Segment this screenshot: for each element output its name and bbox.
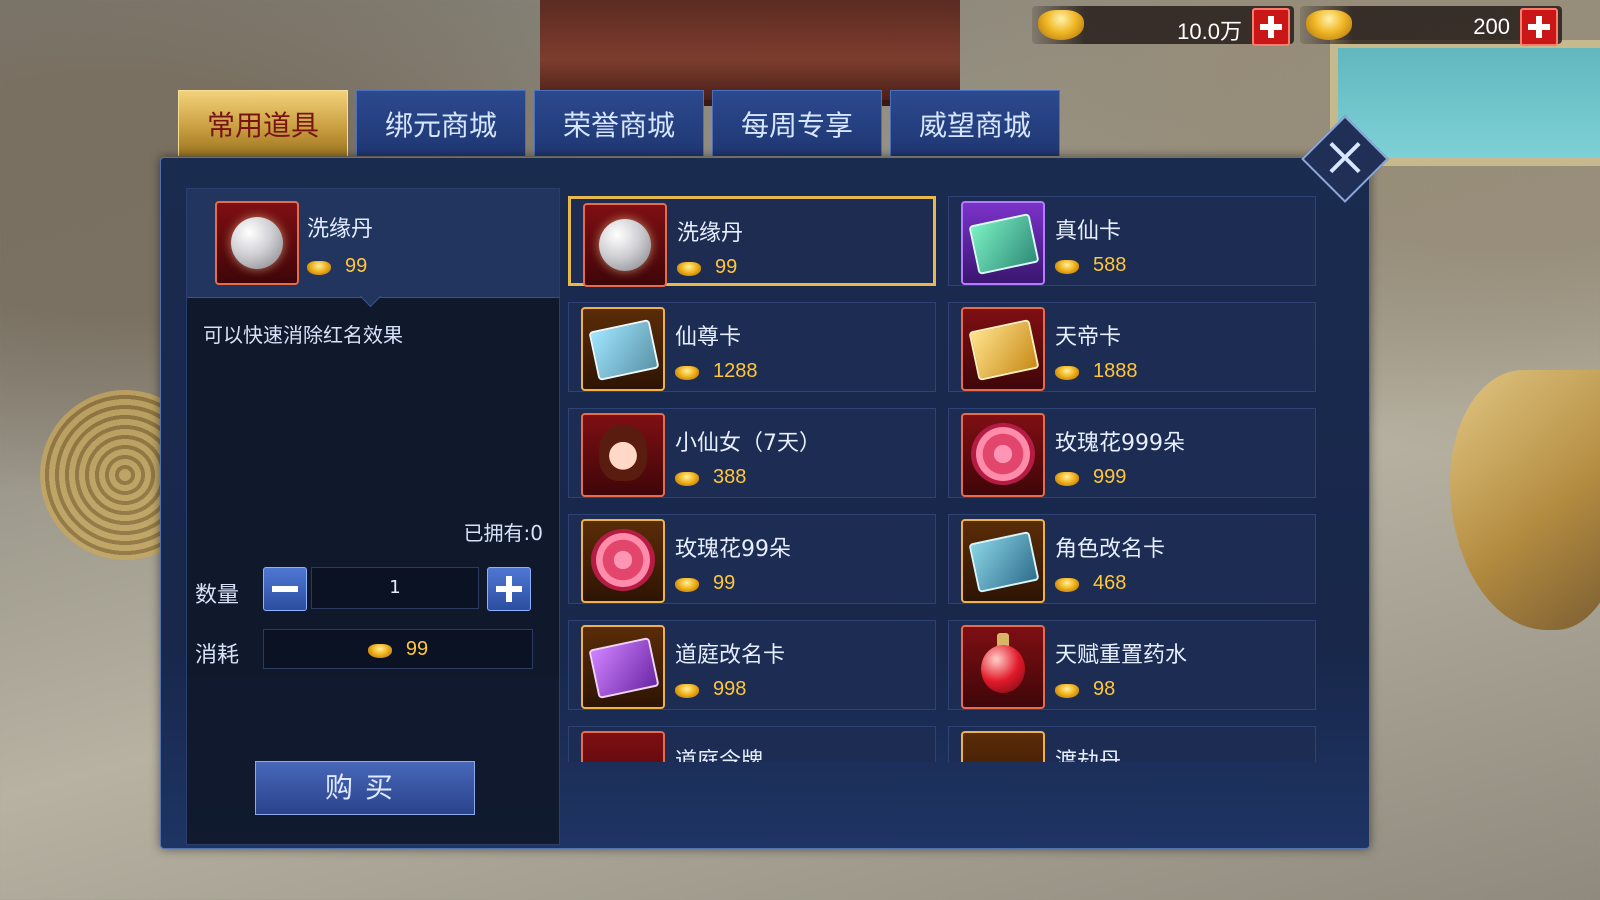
item-card[interactable]: 渡劫丹 (948, 726, 1316, 762)
item-card[interactable]: 玫瑰花999朵 999 (948, 408, 1316, 498)
increase-quantity-button[interactable] (487, 567, 531, 611)
decrease-quantity-button[interactable] (263, 567, 307, 611)
bound-currency-bar: 200 (1300, 6, 1562, 46)
cost-label: 消耗 (195, 643, 240, 668)
quantity-input[interactable]: 1 (311, 567, 479, 609)
ingot-icon (675, 471, 699, 486)
potion-icon (961, 625, 1045, 709)
pill-icon (961, 731, 1045, 762)
ingot-icon (677, 261, 701, 276)
fairy-pet-icon (581, 413, 665, 497)
tab-prestige-shop[interactable]: 威望商城 (890, 90, 1060, 156)
item-card[interactable]: 小仙女（7天） 388 (568, 408, 936, 498)
guild-rename-card-icon (581, 625, 665, 709)
item-card[interactable]: 真仙卡 588 (948, 196, 1316, 286)
ingot-icon (1055, 577, 1079, 592)
immortal-lord-card-icon (581, 307, 665, 391)
bound-amount: 200 (1473, 14, 1510, 39)
token-icon (581, 731, 665, 762)
true-immortal-card-icon (961, 201, 1045, 285)
quantity-label: 数量 (195, 583, 240, 608)
tab-bound-shop[interactable]: 绑元商城 (356, 90, 526, 156)
tab-common-items[interactable]: 常用道具 (178, 90, 348, 156)
ingot-icon (1055, 365, 1079, 380)
ingot-icon (1055, 683, 1079, 698)
ingot-icon (1055, 471, 1079, 486)
bound-ingot-icon (1306, 10, 1352, 40)
ingot-icon (1055, 259, 1079, 274)
item-card[interactable]: 玫瑰花99朵 99 (568, 514, 936, 604)
pearl-icon (231, 217, 283, 269)
item-card[interactable]: 天赋重置药水 98 (948, 620, 1316, 710)
gold-currency-bar: 10.0万 (1032, 6, 1294, 46)
add-bound-currency-button[interactable] (1520, 8, 1558, 46)
rose-basket-icon (961, 413, 1045, 497)
add-gold-button[interactable] (1252, 8, 1290, 46)
item-card[interactable]: 道庭改名卡 998 (568, 620, 936, 710)
ingot-icon (675, 577, 699, 592)
item-card[interactable]: 天帝卡 1888 (948, 302, 1316, 392)
owned-count: 已拥有:0 (463, 521, 543, 545)
item-description: 可以快速消除红名效果 (203, 323, 403, 347)
item-card[interactable]: 洗缘丹 99 (568, 196, 936, 287)
rose-bouquet-icon (581, 519, 665, 603)
selected-item-icon (215, 201, 299, 285)
header-notch (359, 285, 382, 308)
ingot-icon (307, 260, 331, 275)
background-statue (1450, 370, 1600, 630)
buy-button[interactable]: 购买 (255, 761, 475, 815)
selected-item-header: 洗缘丹 99 (187, 189, 559, 308)
selected-item-price: 99 (307, 255, 367, 278)
item-card[interactable]: 仙尊卡 1288 (568, 302, 936, 392)
selected-item-pane: 洗缘丹 99 可以快速消除红名效果 已拥有:0 数量 1 消耗 99 购买 (186, 188, 560, 845)
gold-amount: 10.0万 (1177, 19, 1242, 44)
ingot-icon (675, 683, 699, 698)
tab-weekly-exclusive[interactable]: 每周专享 (712, 90, 882, 156)
item-list[interactable]: 洗缘丹 99 真仙卡 588 仙尊卡 1288 天帝卡 1888 小仙女（7天）… (568, 190, 1352, 762)
selected-item-name: 洗缘丹 (307, 217, 374, 242)
rename-card-icon (961, 519, 1045, 603)
tab-honor-shop[interactable]: 荣誉商城 (534, 90, 704, 156)
gold-ingot-icon (1038, 10, 1084, 40)
item-card[interactable]: 道庭令牌 (568, 726, 936, 762)
ingot-icon (367, 643, 392, 658)
emperor-card-icon (961, 307, 1045, 391)
pearl-icon (583, 203, 667, 287)
ingot-icon (675, 365, 699, 380)
cost-display: 99 (263, 629, 533, 669)
item-card[interactable]: 角色改名卡 468 (948, 514, 1316, 604)
